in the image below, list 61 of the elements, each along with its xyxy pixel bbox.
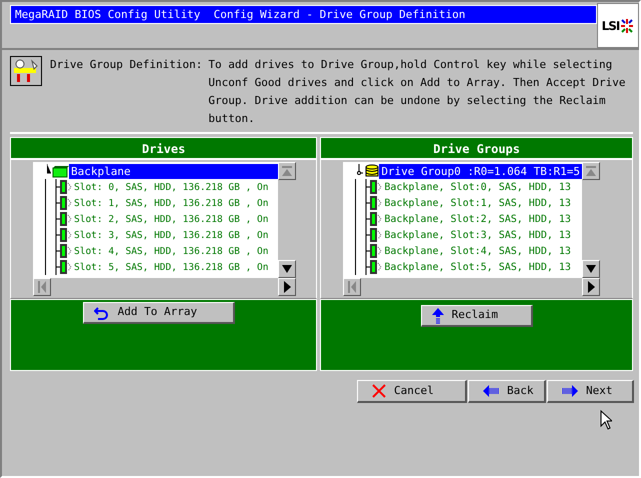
scroll-left-icon [38, 281, 46, 293]
drive-icon [55, 243, 72, 259]
drive-icon [55, 259, 72, 275]
logo: LSI [597, 3, 639, 48]
tree-item[interactable]: Slot: 0, SAS, HDD, 136.218 GB , On [72, 180, 270, 194]
scroll-left-icon [348, 281, 356, 293]
scroll-up-button[interactable] [278, 162, 296, 180]
tree-item[interactable]: Backplane, Slot:4, SAS, HDD, 13 [382, 244, 573, 258]
down-arrow-icon [586, 265, 596, 273]
description-label: Drive Group Definition: [50, 57, 202, 73]
drive-icon [55, 211, 72, 227]
cancel-button[interactable]: Cancel [357, 380, 467, 403]
backplane-icon [47, 164, 69, 178]
drive-icon [55, 227, 72, 243]
tree-item[interactable]: Slot: 1, SAS, HDD, 136.218 GB , On [72, 196, 270, 210]
description-text: To add drives to Drive Group,hold Control key while selecting Unconf Good drives and click on Add to Array. Then Accept Drive Group. Drive addition can be undone by selecting the Reclaim button. [208, 57, 627, 127]
right-arrow-icon [562, 385, 578, 397]
scroll-top-icon [282, 166, 292, 176]
drive-icon [365, 243, 382, 259]
undo-icon [94, 306, 110, 320]
tree-item[interactable]: Slot: 3, SAS, HDD, 136.218 GB , On [72, 228, 270, 242]
tree-item[interactable]: Slot: 4, SAS, HDD, 136.218 GB , On [72, 244, 270, 258]
tree-item[interactable]: Slot: 5, SAS, HDD, 136.218 GB , On [72, 260, 270, 274]
panel-heading: Drives [10, 137, 318, 159]
drive-icon [55, 195, 72, 211]
scroll-down-button[interactable] [278, 260, 296, 278]
drive-icon [365, 195, 382, 211]
scroll-top-icon [586, 166, 596, 176]
right-arrow-icon [284, 281, 291, 293]
drive-icon [365, 211, 382, 227]
up-arrow-icon [432, 308, 444, 324]
scroll-up-button[interactable] [582, 162, 600, 180]
tree-item[interactable]: Backplane, Slot:1, SAS, HDD, 13 [382, 196, 573, 210]
drive-icon [365, 227, 382, 243]
tree-item[interactable]: Backplane, Slot:5, SAS, HDD, 13 [382, 260, 573, 274]
tree-item[interactable]: Drive Group0 :R0=1.064 TB:R1=5 [379, 164, 582, 178]
drive-icon [365, 259, 382, 275]
tree-item[interactable]: Backplane [69, 164, 278, 178]
tree-item[interactable]: Backplane, Slot:2, SAS, HDD, 13 [382, 212, 573, 226]
back-button[interactable]: Back [468, 380, 546, 403]
window-title: MegaRAID BIOS Config Utility Config Wizard - Drive Group Definition [10, 5, 598, 24]
drive-icon [365, 179, 382, 195]
scroll-left-button[interactable] [343, 278, 362, 296]
add-to-array-button[interactable]: Add To Array [82, 302, 235, 324]
scroll-left-button[interactable] [33, 278, 51, 296]
left-arrow-icon [483, 385, 499, 397]
tree-item[interactable]: Backplane, Slot:3, SAS, HDD, 13 [382, 228, 573, 242]
tree-item[interactable]: Slot: 2, SAS, HDD, 136.218 GB , On [72, 212, 270, 226]
mouse-pointer-icon [600, 410, 612, 430]
scroll-down-button[interactable] [582, 260, 600, 278]
down-arrow-icon [282, 265, 292, 273]
reclaim-button[interactable]: Reclaim [420, 305, 533, 327]
tree-item[interactable]: Backplane, Slot:0, SAS, HDD, 13 [382, 180, 573, 194]
scroll-right-button[interactable] [582, 278, 600, 296]
tools-icon [10, 56, 42, 86]
scroll-right-button[interactable] [278, 278, 296, 296]
close-icon [372, 384, 386, 398]
next-button[interactable]: Next [547, 380, 634, 403]
drive-icon [55, 179, 72, 195]
right-arrow-icon [588, 281, 594, 293]
panel-heading: Drive Groups [320, 137, 633, 159]
